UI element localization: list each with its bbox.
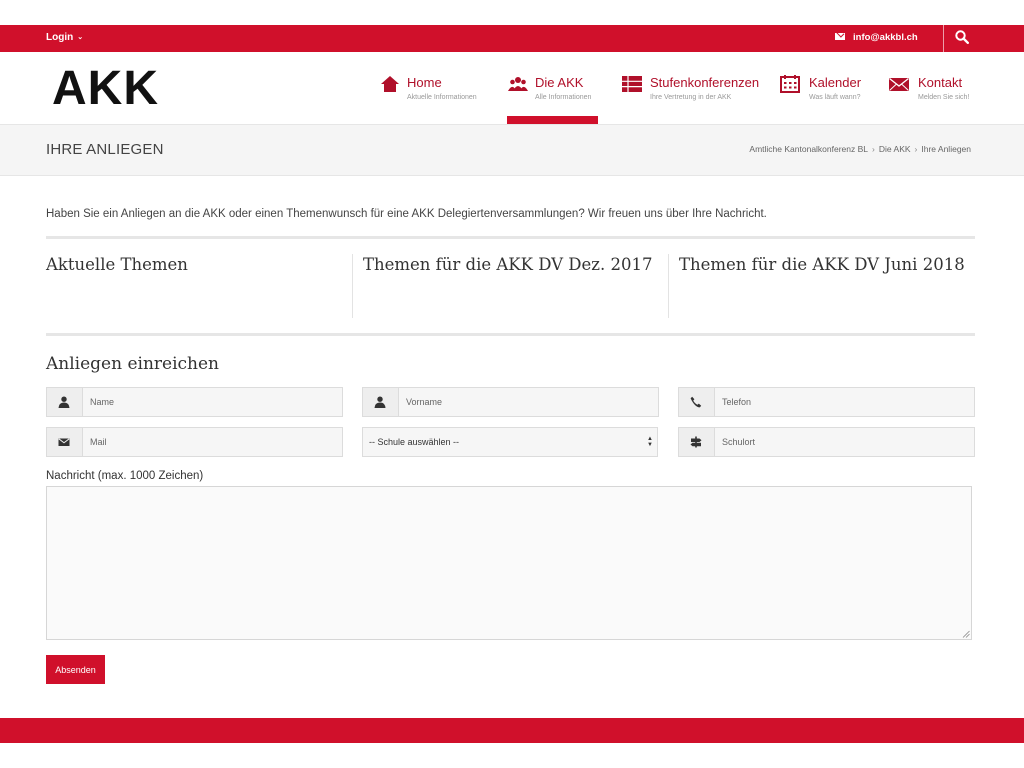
column-heading: Aktuelle Themen [46,255,188,274]
nav-sublabel: Aktuelle Informationen [407,94,477,101]
signpost-icon [690,436,702,448]
nav-sublabel: Ihre Vertretung in der AKK [650,94,732,101]
divider [46,236,975,239]
divider [352,254,353,318]
footer-bar [0,718,1024,743]
calendar-icon [780,75,800,93]
vorname-field [362,387,659,417]
divider [668,254,669,318]
breadcrumb-item[interactable]: Die AKK [879,144,911,154]
top-bar: Login ⌄ info@akkbl.ch [0,25,1024,52]
schule-select-value: -- Schule auswählen -- [369,437,460,447]
column-heading: Themen für die AKK DV Juni 2018 [679,255,965,274]
user-icon [58,396,70,408]
field-addon [679,428,715,456]
nav-label: Kalender [809,75,862,90]
table-icon [622,76,642,92]
select-arrows-icon: ▲ ▼ [647,436,653,448]
chevron-right-icon: › [872,144,875,154]
email-text: info@akkbl.ch [853,32,918,43]
message-label: Nachricht (max. 1000 Zeichen) [46,470,204,482]
home-icon [381,76,399,92]
divider [46,333,975,336]
login-dropdown[interactable]: Login ⌄ [46,32,83,43]
nav-label: Home [407,75,442,90]
column-heading: Themen für die AKK DV Dez. 2017 [363,255,653,274]
nav-sublabel: Melden Sie sich! [918,94,970,101]
telefon-field [678,387,975,417]
schulort-field [678,427,975,457]
email-link[interactable]: info@akkbl.ch [835,32,918,43]
breadcrumb-item[interactable]: Amtliche Kantonalkonferenz BL [749,144,868,154]
resize-handle-icon[interactable] [962,630,970,638]
page-title: IHRE ANLIEGEN [46,141,164,158]
intro-text: Haben Sie ein Anliegen an die AKK oder e… [46,208,767,220]
mail-field [46,427,343,457]
search-icon[interactable] [955,30,969,44]
site-header: AKK Home Aktuelle Informationen Die AKK … [0,52,1024,124]
nav-sublabel: Alle Informationen [535,94,592,101]
people-icon [508,77,528,91]
submit-button[interactable]: Absenden [46,655,105,684]
user-icon [374,396,386,408]
name-field [46,387,343,417]
breadcrumb-item: Ihre Anliegen [921,144,971,154]
envelope-icon [58,438,70,446]
envelope-icon [889,77,909,91]
nav-label: Kontakt [918,75,963,90]
field-addon [47,388,83,416]
form-title: Anliegen einreichen [46,354,220,374]
field-addon [47,428,83,456]
field-addon [679,388,715,416]
schule-select[interactable]: -- Schule auswählen -- ▲ ▼ [362,427,658,457]
nav-label: Die AKK [535,75,584,90]
nav-label: Stufenkonferenzen [650,75,760,90]
mail-input[interactable] [83,428,341,456]
page-title-bar: IHRE ANLIEGEN Amtliche Kantonalkonferenz… [0,124,1024,176]
breadcrumb: Amtliche Kantonalkonferenz BL › Die AKK › Ih… [749,144,971,154]
phone-icon [690,396,702,408]
message-textarea[interactable] [46,486,972,640]
chevron-right-icon: › [914,144,918,154]
name-input[interactable] [83,388,341,416]
logo[interactable]: AKK [52,65,159,113]
divider [943,25,944,52]
telefon-input[interactable] [715,388,973,416]
field-addon [363,388,399,416]
nav-sublabel: Was läuft wann? [809,94,861,101]
schulort-input[interactable] [715,428,973,456]
vorname-input[interactable] [399,388,657,416]
login-label: Login [46,32,74,43]
nav-active-indicator [507,116,598,124]
chevron-down-icon: ⌄ [77,34,84,41]
mail-icon [835,33,845,40]
